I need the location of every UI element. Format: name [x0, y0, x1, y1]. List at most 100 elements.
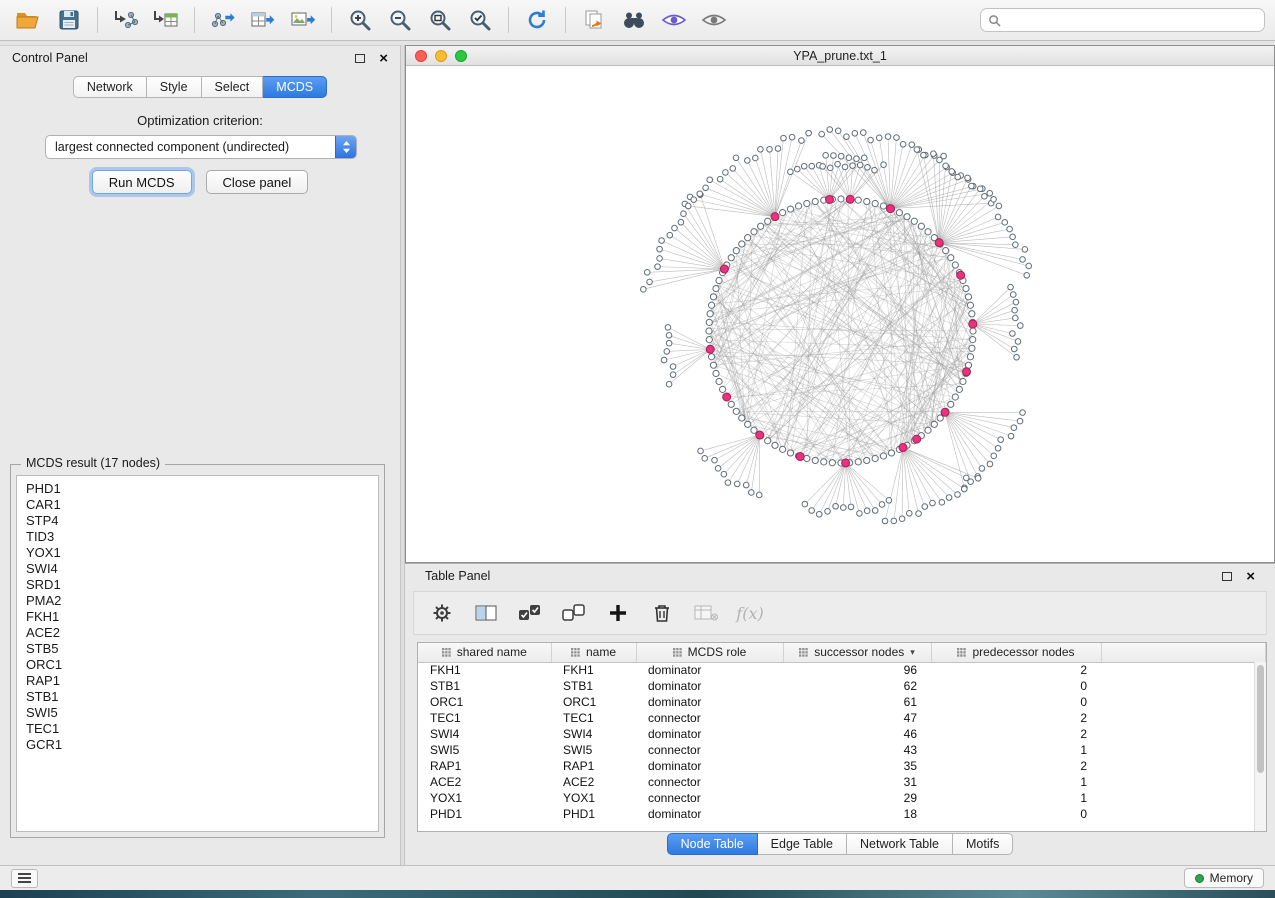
tab-node-table[interactable]: Node Table [667, 833, 758, 855]
mcds-result-item[interactable]: ACE2 [26, 625, 378, 641]
table-scrollbar-thumb[interactable] [1257, 665, 1264, 773]
mcds-result-item[interactable]: FKH1 [26, 609, 378, 625]
table-cell[interactable]: PHD1 [551, 806, 636, 822]
table-cell[interactable]: ORC1 [418, 694, 551, 710]
table-cell[interactable]: 61 [783, 694, 931, 710]
export-table-button[interactable] [244, 3, 282, 37]
mcds-result-item[interactable]: YOX1 [26, 545, 378, 561]
table-cell[interactable]: STB1 [418, 678, 551, 694]
table-cell[interactable]: connector [636, 710, 783, 726]
share-document-button[interactable] [575, 3, 613, 37]
status-menu-button[interactable] [11, 869, 38, 888]
table-cell[interactable]: STB1 [551, 678, 636, 694]
table-cell[interactable]: FKH1 [418, 662, 551, 678]
tab-mcds[interactable]: MCDS [263, 76, 327, 98]
table-cell[interactable]: 96 [783, 662, 931, 678]
table-cell[interactable]: dominator [636, 806, 783, 822]
mcds-result-item[interactable]: GCR1 [26, 737, 378, 753]
table-cell[interactable]: TEC1 [418, 710, 551, 726]
table-cell[interactable]: RAP1 [551, 758, 636, 774]
import-network-button[interactable] [107, 3, 145, 37]
table-cell[interactable]: dominator [636, 758, 783, 774]
table-cell[interactable]: YOX1 [418, 790, 551, 806]
column-header-predecessor-nodes[interactable]: predecessor nodes [931, 643, 1101, 662]
run-mcds-button[interactable]: Run MCDS [92, 170, 192, 194]
column-header-shared-name[interactable]: shared name [418, 643, 551, 662]
table-cell[interactable]: 1 [931, 742, 1101, 758]
tab-motifs[interactable]: Motifs [953, 833, 1013, 855]
table-cell[interactable]: 46 [783, 726, 931, 742]
open-file-button[interactable] [10, 3, 48, 37]
table-cell[interactable]: dominator [636, 694, 783, 710]
table-cell[interactable]: dominator [636, 726, 783, 742]
show-columns-button[interactable] [472, 598, 500, 628]
tab-network[interactable]: Network [73, 76, 147, 98]
window-close-dot[interactable] [415, 50, 427, 62]
table-cell[interactable]: YOX1 [551, 790, 636, 806]
search-box[interactable] [980, 8, 1265, 32]
table-cell[interactable]: connector [636, 742, 783, 758]
table-cell[interactable]: 47 [783, 710, 931, 726]
table-row[interactable]: PHD1PHD1dominator180 [418, 806, 1266, 822]
mcds-result-item[interactable]: STB1 [26, 689, 378, 705]
close-panel-button[interactable]: Close panel [206, 170, 309, 194]
table-cell[interactable]: 2 [931, 758, 1101, 774]
table-cell[interactable]: SWI5 [551, 742, 636, 758]
column-header-mcds-role[interactable]: MCDS role [636, 643, 783, 662]
table-cell[interactable]: TEC1 [551, 710, 636, 726]
mcds-result-item[interactable]: PMA2 [26, 593, 378, 609]
table-row[interactable]: ORC1ORC1dominator610 [418, 694, 1266, 710]
visual-properties-button[interactable] [655, 3, 693, 37]
column-header-successor-nodes[interactable]: successor nodes▾ [783, 643, 931, 662]
table-row[interactable]: ACE2ACE2connector311 [418, 774, 1266, 790]
table-row[interactable]: SWI5SWI5connector431 [418, 742, 1266, 758]
float-table-panel-icon[interactable] [1222, 572, 1232, 581]
network-canvas[interactable] [406, 66, 1274, 562]
table-row[interactable]: RAP1RAP1dominator352 [418, 758, 1266, 774]
mcds-result-item[interactable]: RAP1 [26, 673, 378, 689]
table-row[interactable]: FKH1FKH1dominator962 [418, 662, 1266, 678]
import-table-button[interactable] [147, 3, 185, 37]
mcds-result-item[interactable]: SWI5 [26, 705, 378, 721]
optimization-select[interactable]: largest connected component (undirected) [45, 135, 357, 159]
window-maximize-dot[interactable] [455, 50, 467, 62]
table-cell[interactable]: 18 [783, 806, 931, 822]
memory-button[interactable]: Memory [1184, 868, 1264, 888]
table-cell[interactable]: 31 [783, 774, 931, 790]
table-cell[interactable]: PHD1 [418, 806, 551, 822]
mcds-result-item[interactable]: PHD1 [26, 481, 378, 497]
table-cell[interactable]: 0 [931, 806, 1101, 822]
table-cell[interactable]: ORC1 [551, 694, 636, 710]
zoom-out-button[interactable] [381, 3, 419, 37]
table-cell[interactable]: dominator [636, 662, 783, 678]
table-cell[interactable]: RAP1 [418, 758, 551, 774]
mcds-result-item[interactable]: STP4 [26, 513, 378, 529]
mcds-result-item[interactable]: CAR1 [26, 497, 378, 513]
mcds-result-list[interactable]: PHD1CAR1STP4TID3YOX1SWI4SRD1PMA2FKH1ACE2… [16, 475, 379, 832]
column-filter-arrow[interactable]: ▾ [910, 647, 915, 658]
search-input[interactable] [1006, 12, 1257, 28]
table-cell[interactable]: 0 [931, 678, 1101, 694]
window-minimize-dot[interactable] [435, 50, 447, 62]
table-cell[interactable]: 2 [931, 662, 1101, 678]
table-row[interactable]: YOX1YOX1connector291 [418, 790, 1266, 806]
table-cell[interactable]: SWI4 [551, 726, 636, 742]
table-cell[interactable]: 43 [783, 742, 931, 758]
delete-column-button[interactable] [648, 598, 676, 628]
tab-select[interactable]: Select [202, 76, 264, 98]
table-cell[interactable]: connector [636, 790, 783, 806]
export-network-button[interactable] [204, 3, 242, 37]
table-cell[interactable]: dominator [636, 678, 783, 694]
table-cell[interactable]: connector [636, 774, 783, 790]
show-hide-button[interactable] [695, 3, 733, 37]
select-all-button[interactable] [516, 598, 544, 628]
table-row[interactable]: SWI4SWI4dominator462 [418, 726, 1266, 742]
table-cell[interactable]: ACE2 [551, 774, 636, 790]
table-settings-button[interactable] [428, 598, 456, 628]
table-scrollbar[interactable] [1254, 662, 1266, 831]
mcds-result-item[interactable]: TID3 [26, 529, 378, 545]
tab-edge-table[interactable]: Edge Table [758, 833, 847, 855]
table-cell[interactable]: 62 [783, 678, 931, 694]
table-cell[interactable]: SWI5 [418, 742, 551, 758]
table-cell[interactable]: 1 [931, 774, 1101, 790]
